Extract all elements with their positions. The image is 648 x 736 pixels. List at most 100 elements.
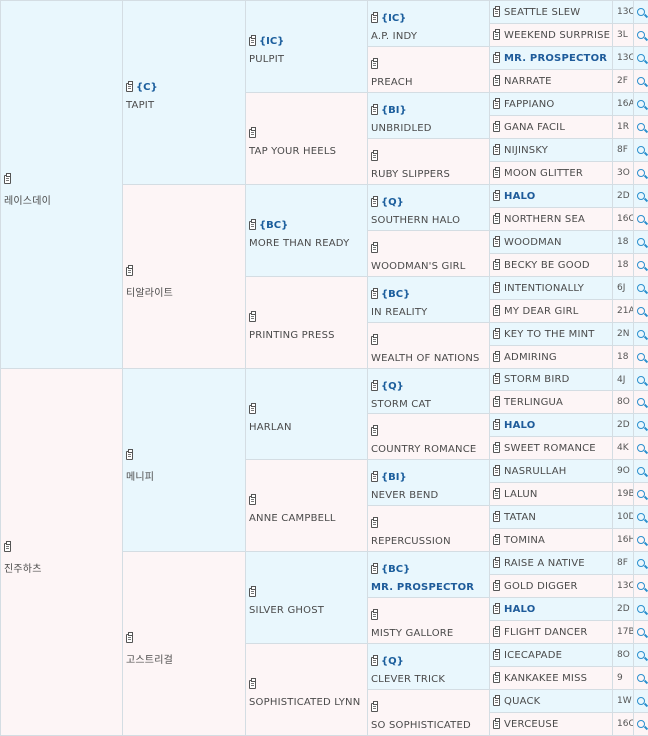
- horse-cell-gen4-14[interactable]: {Q} CLEVER TRICK: [367, 643, 490, 690]
- horse-name[interactable]: 메니피: [126, 468, 154, 483]
- horse-cell-gen5-4[interactable]: FAPPIANO: [489, 92, 614, 116]
- clipboard-icon[interactable]: [249, 403, 256, 414]
- horse-name[interactable]: MY DEAR GIRL: [504, 306, 579, 317]
- horse-cell-gen5-11[interactable]: BECKY BE GOOD: [489, 253, 614, 277]
- magnifier-icon[interactable]: [634, 276, 648, 300]
- horse-cell-gen2-0[interactable]: {C} TAPIT: [122, 0, 246, 185]
- horse-name[interactable]: MORE THAN READY: [249, 238, 349, 249]
- horse-cell-gen5-24[interactable]: RAISE A NATIVE: [489, 551, 614, 575]
- horse-cell-gen5-28[interactable]: ICECAPADE: [489, 643, 614, 667]
- horse-name[interactable]: MOON GLITTER: [504, 168, 583, 179]
- horse-name[interactable]: STORM BIRD: [504, 374, 570, 385]
- magnifier-icon[interactable]: [634, 138, 648, 162]
- horse-cell-gen4-13[interactable]: MISTY GALLORE: [367, 597, 490, 644]
- horse-cell-gen4-9[interactable]: COUNTRY ROMANCE: [367, 413, 490, 460]
- horse-name[interactable]: LALUN: [504, 489, 538, 500]
- clipboard-icon[interactable]: [493, 464, 500, 476]
- horse-cell-gen4-11[interactable]: REPERCUSSION: [367, 505, 490, 552]
- horse-name[interactable]: PRINTING PRESS: [249, 330, 335, 341]
- clipboard-icon[interactable]: [493, 5, 500, 17]
- horse-name[interactable]: PREACH: [371, 77, 413, 88]
- clipboard-icon[interactable]: [493, 120, 500, 132]
- clipboard-icon[interactable]: [249, 311, 256, 322]
- horse-cell-gen5-7[interactable]: MOON GLITTER: [489, 161, 614, 185]
- horse-cell-gen5-13[interactable]: MY DEAR GIRL: [489, 299, 614, 323]
- magnifier-icon[interactable]: [634, 597, 648, 621]
- horse-name[interactable]: MR. PROSPECTOR: [371, 582, 474, 593]
- clipboard-icon[interactable]: [371, 288, 378, 299]
- horse-name[interactable]: SOPHISTICATED LYNN: [249, 697, 360, 708]
- horse-cell-gen5-30[interactable]: QUACK: [489, 689, 614, 713]
- clipboard-icon[interactable]: [371, 150, 378, 161]
- horse-name[interactable]: SILVER GHOST: [249, 605, 324, 616]
- horse-cell-gen4-5[interactable]: WOODMAN'S GIRL: [367, 230, 490, 277]
- horse-name[interactable]: FLIGHT DANCER: [504, 627, 588, 638]
- horse-name[interactable]: NEVER BEND: [371, 490, 438, 501]
- horse-cell-gen3-2[interactable]: {BC} MORE THAN READY: [245, 184, 368, 277]
- clipboard-icon[interactable]: [371, 655, 378, 666]
- horse-cell-gen2-1[interactable]: 티알라이트: [122, 184, 246, 369]
- magnifier-icon[interactable]: [634, 69, 648, 93]
- magnifier-icon[interactable]: [634, 345, 648, 369]
- clipboard-icon[interactable]: [493, 418, 500, 430]
- magnifier-icon[interactable]: [634, 574, 648, 598]
- clipboard-icon[interactable]: [493, 74, 500, 86]
- clipboard-icon[interactable]: [371, 425, 378, 436]
- horse-cell-gen5-26[interactable]: HALO: [489, 597, 614, 621]
- horse-cell-gen5-9[interactable]: NORTHERN SEA: [489, 207, 614, 231]
- clipboard-icon[interactable]: [126, 81, 133, 92]
- horse-name[interactable]: MISTY GALLORE: [371, 628, 453, 639]
- horse-name[interactable]: 티알라이트: [126, 284, 173, 299]
- horse-cell-gen5-2[interactable]: MR. PROSPECTOR: [489, 46, 614, 70]
- clipboard-icon[interactable]: [493, 556, 500, 568]
- horse-cell-gen5-16[interactable]: STORM BIRD: [489, 368, 614, 391]
- horse-cell-gen5-14[interactable]: KEY TO THE MINT: [489, 322, 614, 346]
- clipboard-icon[interactable]: [371, 104, 378, 115]
- clipboard-icon[interactable]: [493, 281, 500, 293]
- horse-name[interactable]: STORM CAT: [371, 399, 431, 410]
- clipboard-icon[interactable]: [249, 678, 256, 689]
- horse-name[interactable]: HALO: [504, 604, 535, 615]
- horse-cell-gen1-0[interactable]: 레이스데이: [0, 0, 123, 369]
- clipboard-icon[interactable]: [493, 717, 500, 729]
- clipboard-icon[interactable]: [126, 632, 133, 643]
- horse-name[interactable]: QUACK: [504, 696, 540, 707]
- clipboard-icon[interactable]: [493, 671, 500, 683]
- horse-name[interactable]: HARLAN: [249, 422, 292, 433]
- horse-name[interactable]: WEEKEND SURPRISE: [504, 30, 610, 41]
- horse-cell-gen4-10[interactable]: {BI} NEVER BEND: [367, 459, 490, 506]
- horse-name[interactable]: ADMIRING: [504, 352, 557, 363]
- magnifier-icon[interactable]: [634, 712, 648, 736]
- magnifier-icon[interactable]: [634, 482, 648, 506]
- horse-cell-gen4-7[interactable]: WEALTH OF NATIONS: [367, 322, 490, 369]
- clipboard-icon[interactable]: [126, 265, 133, 276]
- horse-cell-gen4-3[interactable]: RUBY SLIPPERS: [367, 138, 490, 185]
- horse-name[interactable]: BECKY BE GOOD: [504, 260, 590, 271]
- clipboard-icon[interactable]: [493, 350, 500, 362]
- horse-cell-gen5-21[interactable]: LALUN: [489, 482, 614, 506]
- magnifier-icon[interactable]: [634, 551, 648, 575]
- magnifier-icon[interactable]: [634, 620, 648, 644]
- clipboard-icon[interactable]: [493, 212, 500, 224]
- horse-name[interactable]: TAP YOUR HEELS: [249, 146, 336, 157]
- horse-cell-gen4-12[interactable]: {BC} MR. PROSPECTOR: [367, 551, 490, 598]
- horse-name[interactable]: KEY TO THE MINT: [504, 329, 595, 340]
- horse-cell-gen5-6[interactable]: NIJINSKY: [489, 138, 614, 162]
- horse-cell-gen5-22[interactable]: TATAN: [489, 505, 614, 529]
- clipboard-icon[interactable]: [371, 12, 378, 23]
- magnifier-icon[interactable]: [634, 505, 648, 529]
- horse-name[interactable]: TERLINGUA: [504, 397, 563, 408]
- magnifier-icon[interactable]: [634, 322, 648, 346]
- horse-cell-gen5-31[interactable]: VERCEUSE: [489, 712, 614, 736]
- clipboard-icon[interactable]: [493, 487, 500, 499]
- horse-name[interactable]: KANKAKEE MISS: [504, 673, 587, 684]
- horse-name[interactable]: WEALTH OF NATIONS: [371, 353, 480, 364]
- horse-name[interactable]: REPERCUSSION: [371, 536, 451, 547]
- magnifier-icon[interactable]: [634, 299, 648, 323]
- clipboard-icon[interactable]: [126, 449, 133, 460]
- clipboard-icon[interactable]: [493, 258, 500, 270]
- magnifier-icon[interactable]: [634, 643, 648, 667]
- horse-name[interactable]: GANA FACIL: [504, 122, 565, 133]
- clipboard-icon[interactable]: [371, 517, 378, 528]
- horse-cell-gen3-3[interactable]: PRINTING PRESS: [245, 276, 368, 369]
